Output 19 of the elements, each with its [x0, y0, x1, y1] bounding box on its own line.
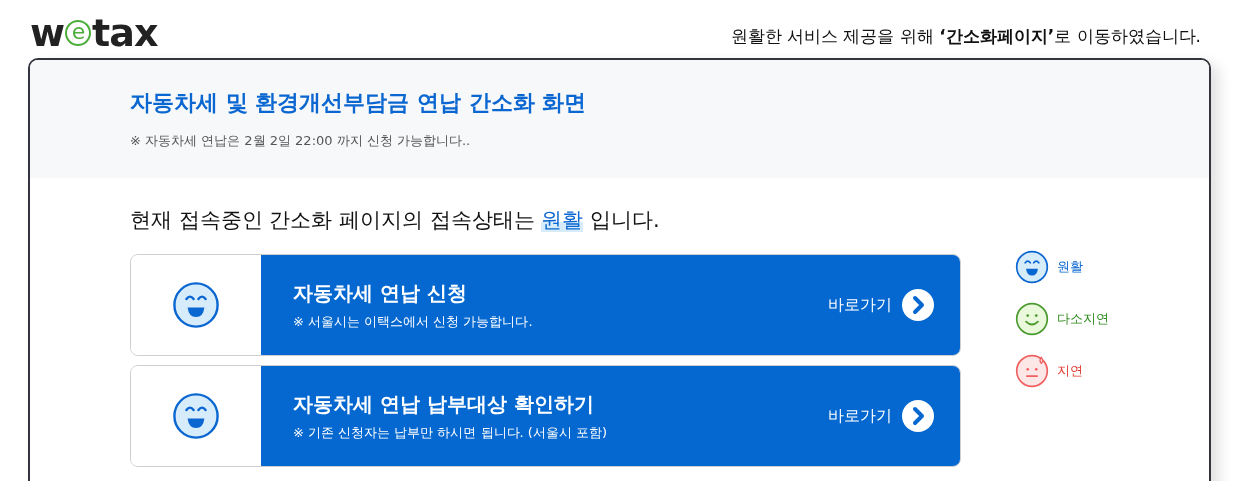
shortcut-link[interactable]: 바로가기 — [822, 288, 940, 322]
chevron-icon — [902, 289, 934, 321]
smiley-face-icon — [1015, 302, 1049, 336]
shortcut-link[interactable]: 바로가기 — [822, 399, 940, 433]
page-title: 자동차세 및 환경개선부담금 연납 간소화 화면 — [130, 89, 588, 117]
legend-label: 다소지연 — [1057, 310, 1109, 328]
legend-label: 원활 — [1057, 258, 1083, 276]
chevron-icon — [902, 400, 934, 432]
deadline-note: ※ 자동차세 연납은 2월 2일 22:00 까지 신청 가능합니다.. — [130, 132, 472, 150]
status-sentence: 현재 접속중인 간소화 페이지의 접속상태는 원활 입니다. — [130, 207, 661, 234]
redirect-notice: 원활한 서비스 제공을 위해 ‘간소화페이지’로 이동하였습니다. — [730, 25, 1201, 48]
smiley-face-icon — [1015, 250, 1049, 284]
wetax-logo: w e tax — [30, 14, 158, 52]
card-note: ※ 기존 신청자는 납부만 하시면 됩니다. (서울시 포함) — [293, 423, 608, 442]
card-note: ※ 서울시는 이택스에서 신청 가능합니다. — [293, 312, 533, 331]
smiley-face-icon — [1015, 354, 1049, 388]
card-title: 자동차세 연납 신청 — [293, 279, 468, 307]
legend-label: 지연 — [1057, 362, 1083, 380]
card-title: 자동차세 연납 납부대상 확인하기 — [293, 390, 595, 418]
